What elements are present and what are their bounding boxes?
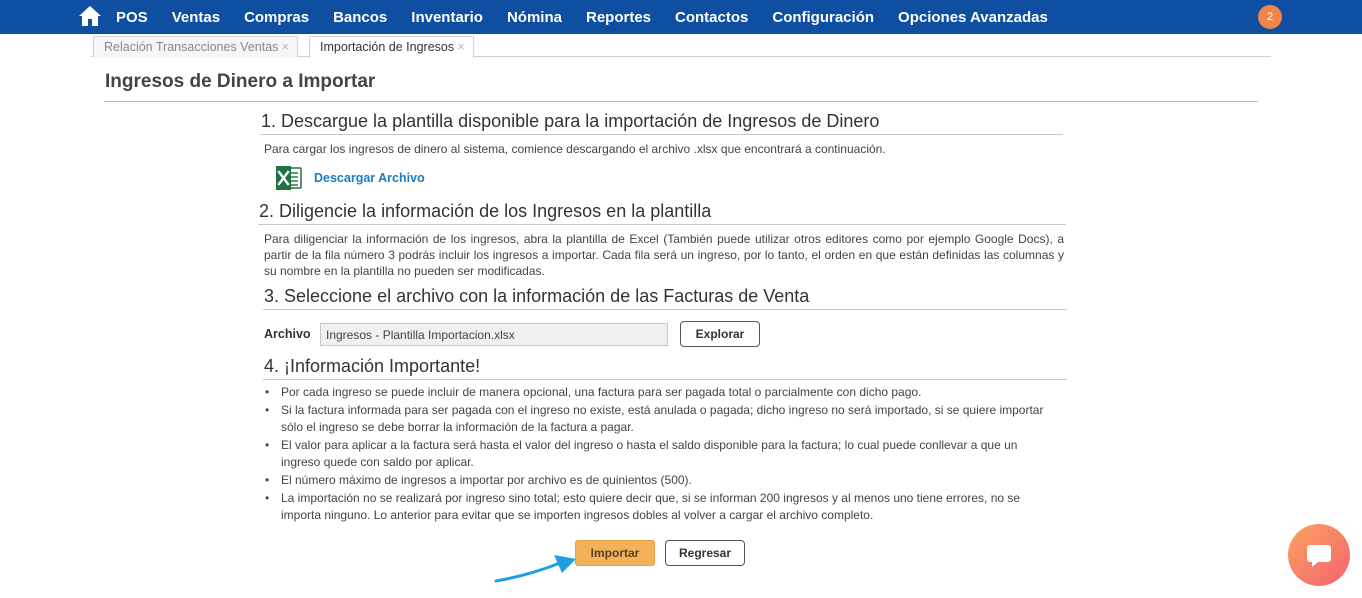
list-item: El valor para aplicar a la factura será … [264, 437, 1054, 471]
tab-label: Relación Transacciones Ventas [104, 40, 279, 54]
nav-item-pos[interactable]: POS [116, 9, 148, 26]
file-name-field[interactable]: Ingresos - Plantilla Importacion.xlsx [320, 322, 668, 346]
nav-item-bancos[interactable]: Bancos [333, 9, 387, 26]
list-item: Por cada ingreso se puede incluir de man… [264, 384, 1054, 401]
action-buttons: Importar Regresar [575, 540, 745, 566]
important-info-list: Por cada ingreso se puede incluir de man… [264, 384, 1054, 525]
excel-file-icon[interactable] [276, 166, 302, 190]
list-item: El número máximo de ingresos a importar … [264, 472, 1054, 489]
nav-item-inventario[interactable]: Inventario [411, 9, 483, 26]
nav-item-compras[interactable]: Compras [244, 9, 309, 26]
tab-importacion-ingresos[interactable]: Importación de Ingresos × [309, 36, 474, 58]
tab-relacion-transacciones-ventas[interactable]: Relación Transacciones Ventas × [93, 36, 299, 57]
nav-item-contactos[interactable]: Contactos [675, 9, 748, 26]
home-icon[interactable] [78, 5, 102, 27]
tab-bar: Relación Transacciones Ventas × Importaci… [91, 35, 1271, 58]
nav-item-nomina[interactable]: Nómina [507, 9, 562, 26]
step1-text: Para cargar los ingresos de dinero al si… [264, 142, 886, 156]
close-icon[interactable]: × [281, 39, 289, 54]
back-button[interactable]: Regresar [665, 540, 745, 566]
list-item: La importación no se realizará por ingre… [264, 490, 1054, 524]
page-title: Ingresos de Dinero a Importar [105, 71, 376, 92]
download-file-link[interactable]: Descargar Archivo [314, 171, 425, 185]
notification-badge[interactable]: 2 [1258, 5, 1282, 29]
step4-heading: 4. ¡Información Importante! [263, 356, 1067, 380]
divider [104, 101, 1258, 102]
nav-item-configuracion[interactable]: Configuración [772, 9, 874, 26]
top-navbar: POS Ventas Compras Bancos Inventario Nóm… [0, 0, 1362, 34]
nav-item-opciones-avanzadas[interactable]: Opciones Avanzadas [898, 9, 1048, 26]
chat-widget-button[interactable] [1288, 524, 1350, 586]
list-item: Si la factura informada para ser pagada … [264, 402, 1054, 436]
download-link-row[interactable]: Descargar Archivo [276, 166, 425, 190]
import-button[interactable]: Importar [575, 540, 655, 566]
nav-item-reportes[interactable]: Reportes [586, 9, 651, 26]
step1-heading: 1. Descargue la plantilla disponible par… [260, 111, 1063, 135]
pointer-arrow-icon [494, 555, 576, 583]
chat-bubble-icon [1307, 545, 1331, 567]
step3-heading: 3. Seleccione el archivo con la informac… [263, 286, 1067, 310]
close-icon[interactable]: × [457, 39, 465, 54]
file-select-row: Archivo Ingresos - Plantilla Importacion… [264, 321, 760, 347]
file-label: Archivo [264, 327, 311, 341]
step2-text: Para diligenciar la información de los i… [264, 232, 1064, 278]
tab-label: Importación de Ingresos [320, 40, 455, 54]
nav-menu: POS Ventas Compras Bancos Inventario Nóm… [116, 0, 1072, 34]
browse-button[interactable]: Explorar [680, 321, 760, 347]
nav-item-ventas[interactable]: Ventas [172, 9, 220, 26]
step2-heading: 2. Diligencie la información de los Ingr… [258, 201, 1066, 225]
